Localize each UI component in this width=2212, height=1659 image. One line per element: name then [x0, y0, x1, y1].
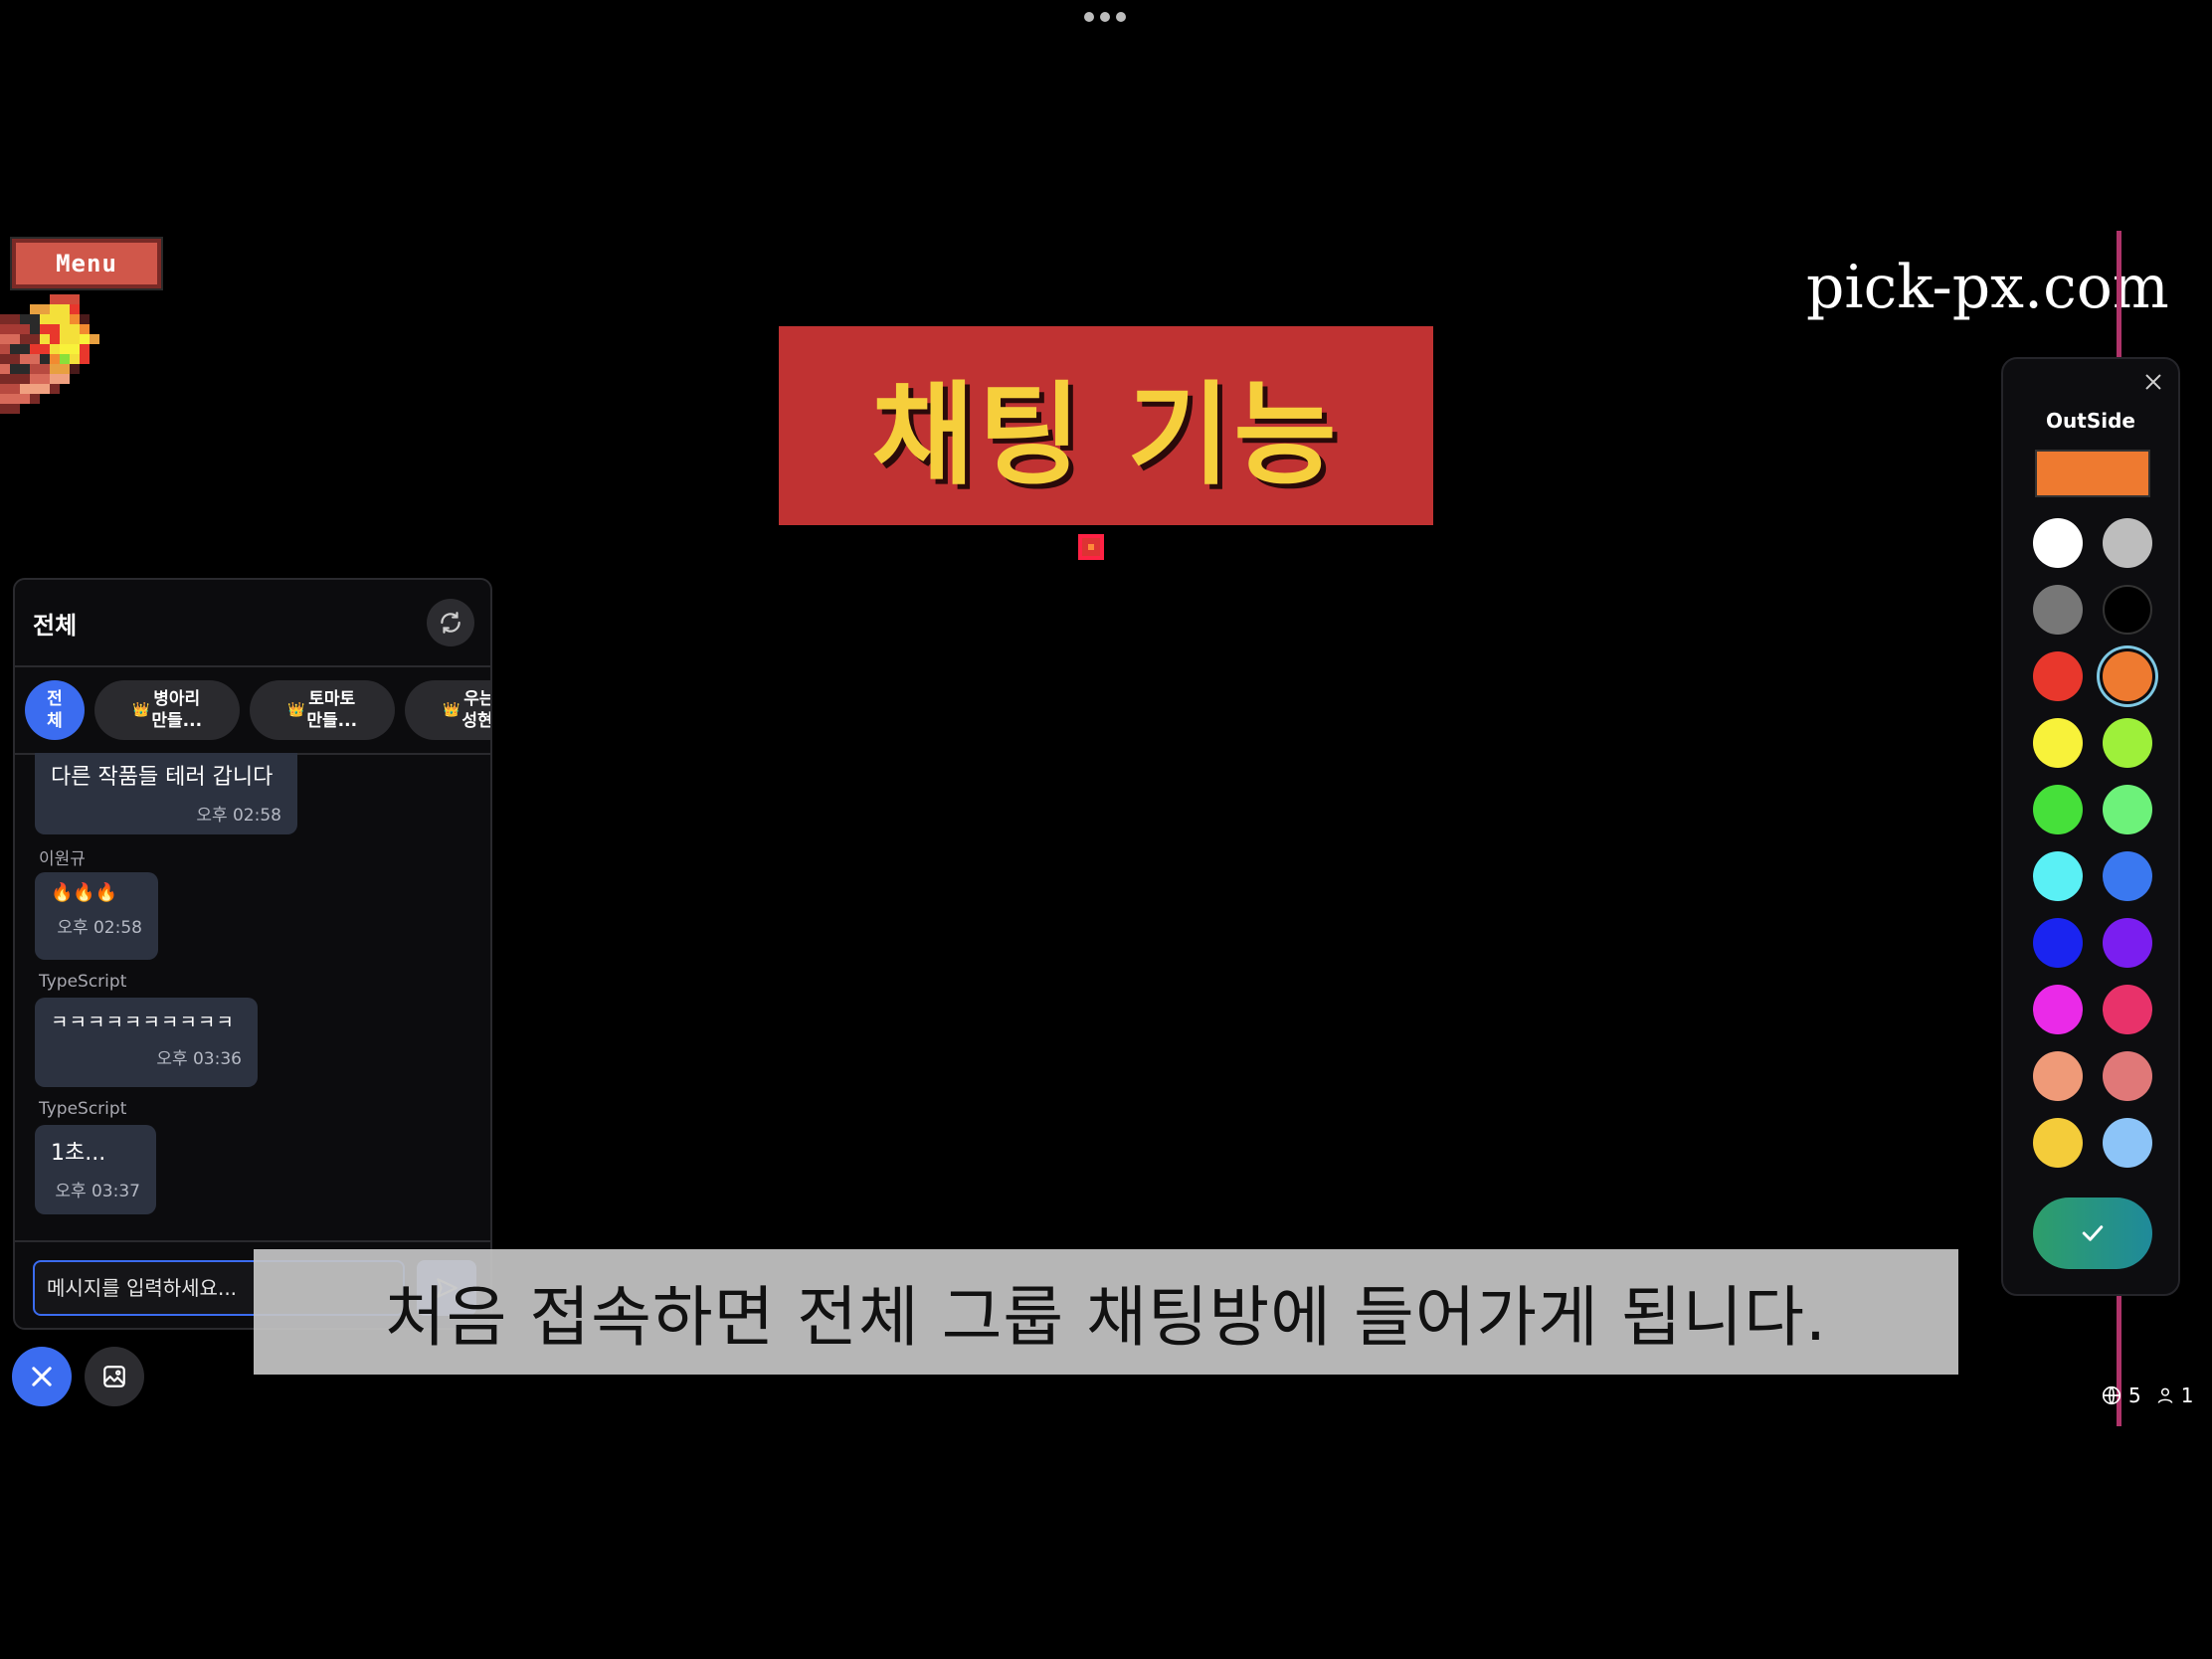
message-bubble: 다른 작품들 테러 갑니다 오후 02:58: [35, 753, 297, 834]
color-swatch[interactable]: [2103, 1051, 2152, 1101]
crown-icon: 👑: [286, 702, 305, 718]
status-bar: 5 1: [2101, 1383, 2193, 1407]
color-swatch[interactable]: [2033, 1118, 2083, 1168]
color-swatch[interactable]: [2103, 851, 2152, 901]
user-count: 1: [2180, 1383, 2194, 1407]
color-swatch[interactable]: [2033, 785, 2083, 834]
color-swatch[interactable]: [2033, 585, 2083, 635]
current-color-swatch: [2035, 450, 2150, 497]
user-icon: [2157, 1387, 2173, 1403]
refresh-button[interactable]: [427, 599, 474, 646]
message-time: 오후 03:36: [156, 1049, 242, 1069]
color-swatch[interactable]: [2033, 1051, 2083, 1101]
chip-room-1[interactable]: 👑 병아리 만들...: [94, 680, 240, 740]
picker-close-button[interactable]: [2138, 367, 2168, 397]
picker-title: OutSide: [2046, 409, 2135, 433]
message-sender: 이원규: [39, 849, 86, 869]
title-banner-text: 채팅 기능: [871, 371, 1341, 500]
chip-room-2[interactable]: 👑 토마토 만들...: [250, 680, 395, 740]
color-swatch[interactable]: [2033, 918, 2083, 968]
online-status: 5: [2101, 1383, 2141, 1407]
message-text: 🔥🔥🔥: [51, 882, 118, 903]
color-swatch[interactable]: [2033, 851, 2083, 901]
dot: [1084, 12, 1094, 22]
message-bubble: 🔥🔥🔥 오후 02:58: [35, 872, 158, 960]
globe-icon: [2102, 1385, 2121, 1405]
message-time: 오후 02:58: [196, 806, 281, 826]
message-bubble: 1초... 오후 03:37: [35, 1125, 156, 1214]
message-text: 1초...: [51, 1141, 106, 1166]
color-swatch[interactable]: [2103, 585, 2152, 635]
color-swatch[interactable]: [2103, 1118, 2152, 1168]
dot: [1116, 12, 1126, 22]
menu-button[interactable]: Menu: [10, 237, 163, 290]
user-status: 1: [2155, 1383, 2194, 1407]
chat-title: 전체: [33, 611, 78, 640]
caption-text: 처음 접속하면 전체 그룹 채팅방에 들어가게 됩니다.: [385, 1279, 1827, 1356]
title-banner: 채팅 기능: [779, 326, 1433, 525]
color-swatch[interactable]: [2033, 718, 2083, 768]
chip-label: 토마토 만들...: [306, 689, 358, 731]
message-time: 오후 03:37: [55, 1182, 140, 1201]
online-count: 5: [2128, 1383, 2141, 1407]
color-swatch[interactable]: [2103, 985, 2152, 1034]
chip-label: 병아리 만들...: [151, 689, 203, 731]
color-swatch[interactable]: [2103, 785, 2152, 834]
message-time: 오후 02:58: [57, 918, 142, 938]
message-list[interactable]: 다른 작품들 테러 갑니다 오후 02:58 이원규 🔥🔥🔥 오후 02:58 …: [15, 753, 490, 1234]
image-icon: [103, 1366, 125, 1387]
video-caption: 처음 접속하면 전체 그룹 채팅방에 들어가게 됩니다.: [254, 1249, 1958, 1375]
color-swatch[interactable]: [2103, 651, 2152, 701]
close-icon: [32, 1367, 52, 1386]
window-more-options[interactable]: [1084, 12, 1126, 22]
room-chips: 전 체 👑병아리 만들... 👑토마토 만들... 👑우는박 성현...: [15, 667, 490, 755]
chip-all-rooms[interactable]: 전 체: [25, 680, 85, 740]
dot: [1100, 12, 1110, 22]
color-swatch[interactable]: [2103, 918, 2152, 968]
message-text: ㅋㅋㅋㅋㅋㅋㅋㅋㅋㅋ: [51, 1012, 235, 1033]
color-swatch[interactable]: [2033, 651, 2083, 701]
message-sender: TypeScript: [39, 1099, 127, 1119]
chat-panel: 전체 전 체 👑병아리 만들... 👑토마토 만들... 👑우는박 성현... …: [13, 578, 492, 1330]
close-icon: [2145, 374, 2161, 390]
watermark: pick-px.com: [1806, 253, 2169, 322]
canvas-cursor-marker: [1078, 534, 1104, 560]
color-swatch-grid: [2033, 518, 2152, 1168]
close-chat-button[interactable]: [12, 1347, 72, 1406]
color-swatch[interactable]: [2033, 518, 2083, 568]
crown-icon: 👑: [442, 702, 461, 718]
chip-label: 전 체: [47, 689, 63, 731]
image-upload-button[interactable]: [85, 1347, 144, 1406]
crown-icon: 👑: [131, 702, 150, 718]
refresh-icon: [441, 612, 461, 634]
message-bubble: ㅋㅋㅋㅋㅋㅋㅋㅋㅋㅋ 오후 03:36: [35, 998, 258, 1087]
marker-core: [1088, 544, 1094, 550]
pixel-art-fragment: [0, 294, 99, 414]
chat-header: 전체: [15, 580, 490, 667]
chip-label: 우는박 성현...: [461, 689, 492, 731]
color-swatch[interactable]: [2033, 985, 2083, 1034]
color-swatch[interactable]: [2103, 718, 2152, 768]
canvas-stage[interactable]: Menu 채팅 기능 pick-px.com 전체 전 체 👑 병아리 만들..…: [0, 231, 2212, 1426]
message-sender: TypeScript: [39, 972, 127, 992]
color-swatch[interactable]: [2103, 518, 2152, 568]
confirm-color-button[interactable]: [2033, 1198, 2152, 1269]
chip-room-3[interactable]: 👑우는박 성현...: [405, 680, 492, 740]
message-text: 다른 작품들 테러 갑니다: [51, 765, 274, 790]
check-icon: [2082, 1225, 2104, 1241]
color-picker-panel: OutSide: [2001, 357, 2180, 1296]
